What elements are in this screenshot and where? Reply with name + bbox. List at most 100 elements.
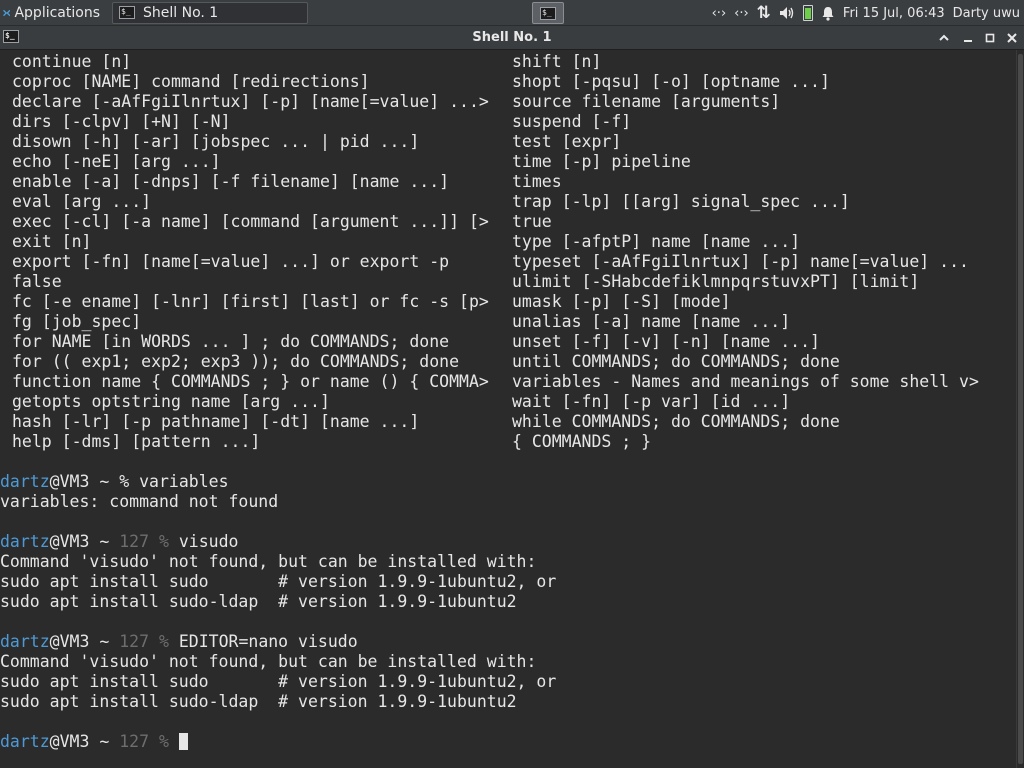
taskbar-item-label: Shell No. 1 xyxy=(143,4,219,21)
help-entry: hash [-lr] [-p pathname] [-dt] [name ...… xyxy=(12,412,420,431)
window-title: Shell No. 1 xyxy=(472,30,552,45)
close-icon xyxy=(1007,33,1017,43)
help-entry: exec [-cl] [-a name] [command [argument … xyxy=(12,212,489,231)
chevron-up-icon xyxy=(939,34,949,41)
bell-icon-svg xyxy=(822,6,834,21)
help-entry: source filename [arguments] xyxy=(512,92,781,111)
shade-button[interactable] xyxy=(934,28,954,48)
terminal-icon: $_ xyxy=(119,6,135,19)
help-entry: suspend [-f] xyxy=(512,112,632,131)
network-icon[interactable]: ‹·› xyxy=(712,0,727,26)
clock[interactable]: Fri 15 Jul, 06:43 xyxy=(843,0,945,26)
volume-icon[interactable] xyxy=(779,0,795,26)
prompt-line: dartz@VM3 ~ % variables xyxy=(0,472,1016,492)
prompt-line: dartz@VM3 ~ 127 % EDITOR=nano visudo xyxy=(0,632,1016,652)
prompt-symbol: % xyxy=(158,532,179,551)
minimize-button[interactable] xyxy=(958,28,978,48)
command-text: EDITOR=nano visudo xyxy=(178,632,358,651)
prompt-symbol: % xyxy=(158,632,179,651)
minimize-icon xyxy=(964,40,972,42)
help-entry: dirs [-clpv] [+N] [-N] xyxy=(12,112,231,131)
help-column-left: continue [n] coproc [NAME] command [redir… xyxy=(12,52,489,452)
window-titlebar[interactable]: $_ Shell No. 1 xyxy=(0,26,1024,50)
help-entry: coproc [NAME] command [redirections] xyxy=(12,72,370,91)
applications-menu-button[interactable]: Applications xyxy=(0,0,104,26)
help-entry: export [-fn] [name[=value] ...] or expor… xyxy=(12,252,450,271)
help-entry: umask [-p] [-S] [mode] xyxy=(512,292,731,311)
help-entry: enable [-a] [-dnps] [-f filename] [name … xyxy=(12,172,450,191)
output-line: variables: command not found xyxy=(0,492,279,511)
help-entry: for NAME [in WORDS ... ] ; do COMMANDS; … xyxy=(12,332,450,351)
help-entry: continue [n] xyxy=(12,52,132,71)
scrollbar-thumb[interactable] xyxy=(1018,54,1023,764)
help-entry: eval [arg ...] xyxy=(12,192,152,211)
help-entry: getopts optstring name [arg ...] xyxy=(12,392,330,411)
exit-code: 127 xyxy=(119,532,159,551)
prompt-symbol: % xyxy=(158,732,179,751)
exit-code: 127 xyxy=(119,732,159,751)
help-entry: type [-afptP] name [name ...] xyxy=(512,232,801,251)
output-line: Command 'visudo' not found, but can be i… xyxy=(0,552,537,571)
help-entry: declare [-aAfFgiIlnrtux] [-p] [name[=val… xyxy=(12,92,489,111)
help-entry: echo [-neE] [arg ...] xyxy=(12,152,221,171)
help-entry: variables - Names and meanings of some s… xyxy=(512,372,979,391)
exit-code: 127 xyxy=(119,632,159,651)
help-entry: test [expr] xyxy=(512,132,622,151)
prompt-host: @VM3 ~ xyxy=(49,472,120,491)
prompt-host: @VM3 ~ xyxy=(49,632,120,651)
help-entry: false xyxy=(12,272,62,291)
battery-level xyxy=(802,5,813,21)
help-entry: true xyxy=(512,212,552,231)
top-panel: Applications $_ Shell No. 1 $_ ‹·› ‹·› ⇅… xyxy=(0,0,1024,26)
output-line: sudo apt install sudo # version 1.9.9-1u… xyxy=(0,572,557,591)
output-line: sudo apt install sudo-ldap # version 1.9… xyxy=(0,692,517,711)
active-prompt-line[interactable]: dartz@VM3 ~ 127 % xyxy=(0,732,1016,752)
notification-bell-icon[interactable] xyxy=(821,0,835,26)
help-entry: until COMMANDS; do COMMANDS; done xyxy=(512,352,840,371)
battery-icon[interactable] xyxy=(802,0,813,26)
user-menu[interactable]: Darty uwu xyxy=(953,0,1020,26)
prompt-user: dartz xyxy=(0,532,50,551)
help-entry: shift [n] xyxy=(512,52,602,71)
terminal-icon: $_ xyxy=(540,6,556,20)
help-entry: shopt [-pqsu] [-o] [optname ...] xyxy=(512,72,830,91)
command-text: visudo xyxy=(178,532,239,551)
maximize-icon xyxy=(985,33,995,43)
terminal-output[interactable]: continue [n] coproc [NAME] command [redir… xyxy=(0,50,1016,768)
help-listing: continue [n] coproc [NAME] command [redir… xyxy=(0,52,1016,452)
help-entry: function name { COMMANDS ; } or name () … xyxy=(12,372,489,391)
taskbar-item-shell[interactable]: $_ Shell No. 1 xyxy=(112,1,308,24)
command-text: variables xyxy=(139,472,229,491)
workspace-switcher[interactable]: $_ xyxy=(532,2,564,24)
prompt-host: @VM3 ~ xyxy=(49,732,120,751)
help-entry: exit [n] xyxy=(12,232,92,251)
terminal-scrollbar[interactable] xyxy=(1016,50,1024,768)
close-button[interactable] xyxy=(1002,28,1022,48)
maximize-button[interactable] xyxy=(980,28,1000,48)
transfer-icon[interactable]: ⇅ xyxy=(757,0,771,26)
prompt-line: dartz@VM3 ~ 127 % visudo xyxy=(0,532,1016,552)
prompt-user: dartz xyxy=(0,632,50,651)
help-entry: unset [-f] [-v] [-n] [name ...] xyxy=(512,332,820,351)
help-entry: typeset [-aAfFgiIlnrtux] [-p] name[=valu… xyxy=(512,252,969,271)
applications-label: Applications xyxy=(14,4,100,21)
text-cursor xyxy=(178,733,188,750)
prompt-symbol: % xyxy=(119,472,140,491)
help-entry: fg [job_spec] xyxy=(12,312,142,331)
network-icon[interactable]: ‹·› xyxy=(734,0,749,26)
prompt-user: dartz xyxy=(0,472,50,491)
help-entry: disown [-h] [-ar] [jobspec ... | pid ...… xyxy=(12,132,420,151)
output-line: Command 'visudo' not found, but can be i… xyxy=(0,652,537,671)
help-entry: times xyxy=(512,172,562,191)
prompt-host: @VM3 ~ xyxy=(49,532,120,551)
xfce-logo-icon xyxy=(3,9,11,16)
help-entry: { COMMANDS ; } xyxy=(512,432,652,451)
help-entry: trap [-lp] [[arg] signal_spec ...] xyxy=(512,192,850,211)
output-line: sudo apt install sudo # version 1.9.9-1u… xyxy=(0,672,557,691)
help-entry: wait [-fn] [-p var] [id ...] xyxy=(512,392,791,411)
help-entry: help [-dms] [pattern ...] xyxy=(12,432,261,451)
prompt-user: dartz xyxy=(0,732,50,751)
